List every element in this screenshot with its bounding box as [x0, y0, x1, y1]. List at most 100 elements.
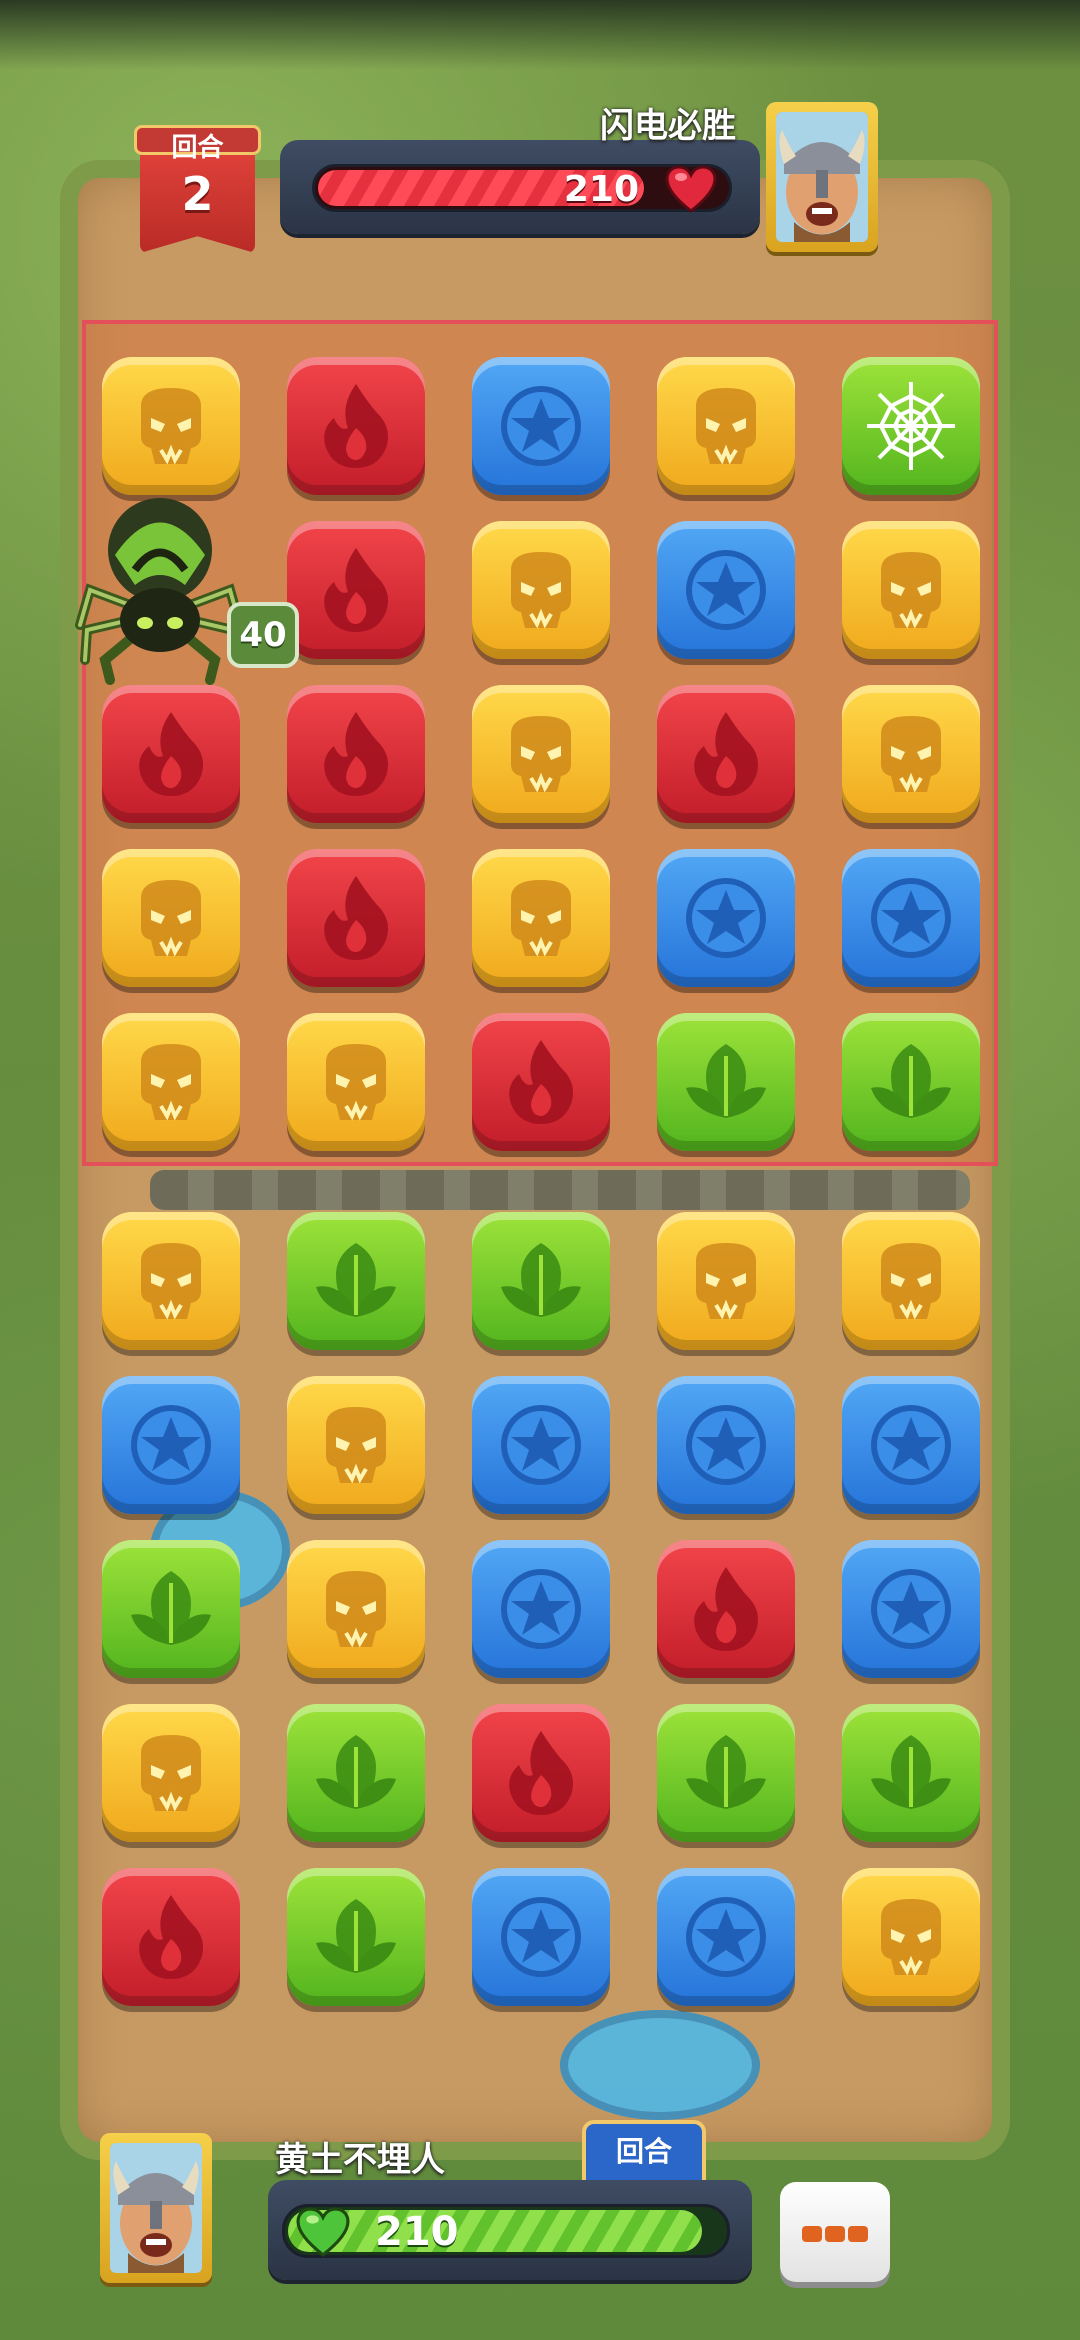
tile-star[interactable] [102, 1376, 240, 1514]
round-number: 2 [181, 167, 214, 221]
spider-enemy[interactable] [75, 495, 245, 685]
tile-skull[interactable] [472, 685, 610, 823]
skull-icon [511, 880, 571, 957]
player-name: 黄土不埋人 [275, 2140, 445, 2180]
tile-leaf[interactable] [657, 1704, 795, 1842]
tile-fire[interactable] [102, 685, 240, 823]
tile-star[interactable] [657, 1868, 795, 2006]
star-icon [686, 1405, 766, 1485]
tile-fire[interactable] [287, 521, 425, 659]
skull-icon [696, 388, 756, 465]
tile-star[interactable] [472, 1540, 610, 1678]
tile-skull[interactable] [842, 521, 980, 659]
tile-fire[interactable] [287, 685, 425, 823]
skull-icon [141, 1044, 201, 1121]
tile-skull[interactable] [102, 1212, 240, 1350]
tile-fire[interactable] [472, 1013, 610, 1151]
turn-indicator: 回合 [582, 2120, 706, 2186]
tile-leaf[interactable] [842, 1013, 980, 1151]
leaf-icon [316, 1899, 396, 1973]
tile-star[interactable] [472, 357, 610, 495]
tile-skull[interactable] [102, 1704, 240, 1842]
tile-skull[interactable] [657, 1212, 795, 1350]
fire-icon [509, 1731, 573, 1815]
skull-icon [881, 716, 941, 793]
tile-skull[interactable] [472, 521, 610, 659]
tile-skull[interactable] [842, 685, 980, 823]
top-shadow [0, 0, 1080, 70]
fire-icon [324, 876, 388, 960]
tile-leaf[interactable] [657, 1013, 795, 1151]
tile-star[interactable] [657, 849, 795, 987]
skull-icon [696, 1243, 756, 1320]
tile-skull[interactable] [287, 1013, 425, 1151]
skull-icon [326, 1044, 386, 1121]
fire-icon [324, 548, 388, 632]
heart-icon [665, 165, 717, 213]
player-avatar[interactable] [100, 2133, 212, 2283]
skull-icon [141, 880, 201, 957]
player-health-value: 210 [375, 2209, 459, 2255]
star-icon [501, 386, 581, 466]
tile-fire[interactable] [102, 1868, 240, 2006]
tile-star[interactable] [842, 1376, 980, 1514]
tile-leaf[interactable] [102, 1540, 240, 1678]
skull-icon [141, 1735, 201, 1812]
fire-icon [694, 1567, 758, 1651]
star-icon [501, 1405, 581, 1485]
leaf-icon [316, 1243, 396, 1317]
enemy-avatar[interactable] [766, 102, 878, 252]
skull-icon [511, 552, 571, 629]
tile-leaf[interactable] [287, 1704, 425, 1842]
skull-icon [141, 1243, 201, 1320]
spiderweb-icon [867, 382, 955, 470]
tile-star[interactable] [657, 521, 795, 659]
enemy-health-track: 210 [312, 164, 732, 213]
tile-leaf[interactable] [287, 1212, 425, 1350]
star-icon [686, 1897, 766, 1977]
spider-attack-badge: 40 [227, 602, 299, 668]
player-health-track: 210 [282, 2204, 730, 2258]
leaf-icon [131, 1571, 211, 1645]
tile-skull[interactable] [472, 849, 610, 987]
tile-star[interactable] [472, 1868, 610, 2006]
fire-icon [694, 712, 758, 796]
tile-fire[interactable] [287, 849, 425, 987]
tile-star[interactable] [842, 1540, 980, 1678]
tile-skull[interactable] [102, 357, 240, 495]
player-health-bar: 210 [268, 2180, 752, 2280]
fire-icon [139, 712, 203, 796]
tile-skull[interactable] [657, 357, 795, 495]
leaf-icon [501, 1243, 581, 1317]
more-menu-button[interactable] [780, 2182, 890, 2282]
tile-fire[interactable] [287, 357, 425, 495]
spider-icon [75, 498, 245, 685]
star-icon [871, 1569, 951, 1649]
star-icon [871, 878, 951, 958]
star-icon [871, 1405, 951, 1485]
tile-star[interactable] [472, 1376, 610, 1514]
skull-icon [881, 552, 941, 629]
tile-skull[interactable] [287, 1540, 425, 1678]
tile-skull[interactable] [102, 1013, 240, 1151]
tile-leaf[interactable] [287, 1868, 425, 2006]
viking-face-icon [110, 2143, 202, 2273]
star-icon [686, 550, 766, 630]
star-icon [501, 1569, 581, 1649]
tile-leaf[interactable] [472, 1212, 610, 1350]
tile-skull[interactable] [102, 849, 240, 987]
tile-fire[interactable] [472, 1704, 610, 1842]
tile-skull[interactable] [287, 1376, 425, 1514]
tile-star[interactable] [657, 1376, 795, 1514]
tile-fire[interactable] [657, 685, 795, 823]
tile-web[interactable] [842, 357, 980, 495]
enemy-health-bar: 210 [280, 140, 760, 234]
tile-skull[interactable] [842, 1868, 980, 2006]
tile-leaf[interactable] [842, 1704, 980, 1842]
tile-star[interactable] [842, 849, 980, 987]
tile-skull[interactable] [842, 1212, 980, 1350]
star-icon [501, 1897, 581, 1977]
skull-icon [511, 716, 571, 793]
viking-face-icon [776, 112, 868, 242]
tile-fire[interactable] [657, 1540, 795, 1678]
